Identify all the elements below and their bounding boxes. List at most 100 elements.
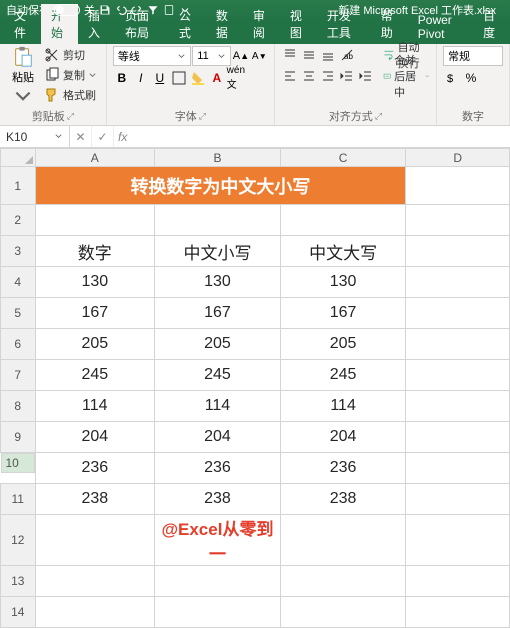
currency-icon[interactable]: $ <box>443 69 461 87</box>
cell[interactable]: 中文小写 <box>155 236 281 267</box>
cell[interactable]: 204 <box>35 422 155 453</box>
decrease-font-icon[interactable]: A▼ <box>251 47 268 65</box>
tab-formulas[interactable]: 公式 <box>169 4 206 44</box>
copy-button[interactable]: 复制 <box>44 66 97 84</box>
cell[interactable] <box>406 267 510 298</box>
formula-bar[interactable] <box>131 126 510 147</box>
font-size-select[interactable]: 11 <box>192 46 231 66</box>
cell[interactable]: 238 <box>280 484 406 515</box>
col-header-b[interactable]: B <box>155 149 281 167</box>
cell[interactable] <box>406 515 510 566</box>
cell[interactable] <box>406 329 510 360</box>
bold-button[interactable]: B <box>113 69 131 87</box>
cell[interactable] <box>155 597 281 628</box>
phonetic-button[interactable]: wén文 <box>227 69 245 87</box>
align-top-icon[interactable] <box>281 46 299 64</box>
tab-baidu[interactable]: 百度 <box>473 4 510 44</box>
row-header[interactable]: 10 <box>1 453 35 473</box>
underline-button[interactable]: U <box>151 69 169 87</box>
cut-button[interactable]: 剪切 <box>44 46 97 64</box>
number-format-select[interactable]: 常规 <box>443 46 503 66</box>
row-header[interactable]: 2 <box>1 205 36 236</box>
cell[interactable] <box>280 205 406 236</box>
tab-help[interactable]: 帮助 <box>371 4 408 44</box>
decrease-indent-icon[interactable] <box>338 67 356 85</box>
tab-layout[interactable]: 页面布局 <box>115 4 169 44</box>
border-button[interactable] <box>170 69 188 87</box>
percent-icon[interactable]: % <box>462 69 480 87</box>
row-header[interactable]: 14 <box>1 597 36 628</box>
cell[interactable]: 236 <box>35 453 155 484</box>
col-header-a[interactable]: A <box>35 149 155 167</box>
tab-file[interactable]: 文件 <box>4 4 41 44</box>
cell[interactable]: 167 <box>280 298 406 329</box>
title-cell[interactable]: 转换数字为中文大小写 <box>35 167 406 205</box>
cell[interactable]: 238 <box>155 484 281 515</box>
align-left-icon[interactable] <box>281 67 299 85</box>
italic-button[interactable]: I <box>132 69 150 87</box>
cell[interactable]: 236 <box>280 453 406 484</box>
cell[interactable] <box>406 391 510 422</box>
tab-view[interactable]: 视图 <box>280 4 317 44</box>
cell[interactable] <box>406 236 510 267</box>
row-header[interactable]: 8 <box>1 391 36 422</box>
fx-cancel-icon[interactable]: ✕ <box>70 126 92 147</box>
cell[interactable] <box>155 205 281 236</box>
cell[interactable]: 205 <box>280 329 406 360</box>
cell[interactable] <box>406 298 510 329</box>
align-right-icon[interactable] <box>319 67 337 85</box>
cell[interactable]: 114 <box>280 391 406 422</box>
cell[interactable]: 238 <box>35 484 155 515</box>
tab-data[interactable]: 数据 <box>206 4 243 44</box>
cell[interactable]: 245 <box>155 360 281 391</box>
tab-dev[interactable]: 开发工具 <box>317 4 371 44</box>
paste-button[interactable]: 粘贴 <box>6 46 40 108</box>
cell[interactable]: 130 <box>35 267 155 298</box>
increase-indent-icon[interactable] <box>357 67 375 85</box>
row-header[interactable]: 11 <box>1 484 36 515</box>
cell[interactable]: 204 <box>280 422 406 453</box>
cell[interactable]: 205 <box>155 329 281 360</box>
cell[interactable]: 114 <box>155 391 281 422</box>
cell[interactable]: 114 <box>35 391 155 422</box>
row-header[interactable]: 5 <box>1 298 36 329</box>
font-color-button[interactable]: A <box>208 69 226 87</box>
font-name-select[interactable]: 等线 <box>113 46 191 66</box>
cell[interactable]: 130 <box>155 267 281 298</box>
cell[interactable]: 中文大写 <box>280 236 406 267</box>
align-middle-icon[interactable] <box>300 46 318 64</box>
row-header[interactable]: 3 <box>1 236 36 267</box>
row-header[interactable]: 1 <box>1 167 36 205</box>
cell[interactable]: 245 <box>280 360 406 391</box>
col-header-c[interactable]: C <box>280 149 406 167</box>
footer-cell[interactable]: @Excel从零到一 <box>155 515 281 566</box>
row-header[interactable]: 13 <box>1 566 36 597</box>
cell[interactable] <box>406 205 510 236</box>
cell[interactable] <box>155 566 281 597</box>
cell[interactable]: 167 <box>155 298 281 329</box>
align-center-icon[interactable] <box>300 67 318 85</box>
cell[interactable]: 204 <box>155 422 281 453</box>
row-header[interactable]: 4 <box>1 267 36 298</box>
row-header[interactable]: 9 <box>1 422 36 453</box>
worksheet[interactable]: A B C D 1 转换数字为中文大小写 2 3 数字 中文小写 中文大写 41… <box>0 148 510 628</box>
cell[interactable] <box>406 566 510 597</box>
row-header[interactable]: 7 <box>1 360 36 391</box>
cell[interactable] <box>35 597 155 628</box>
row-header[interactable]: 6 <box>1 329 36 360</box>
fill-color-button[interactable] <box>189 69 207 87</box>
orientation-icon[interactable]: ab <box>338 46 356 64</box>
merge-center-button[interactable]: 合并后居中 <box>383 67 430 85</box>
col-header-d[interactable]: D <box>406 149 510 167</box>
cell[interactable] <box>280 566 406 597</box>
fx-enter-icon[interactable]: ✓ <box>92 126 114 147</box>
cell[interactable] <box>406 422 510 453</box>
fx-icon[interactable]: fx <box>114 130 131 144</box>
cell[interactable] <box>35 205 155 236</box>
tab-review[interactable]: 审阅 <box>243 4 280 44</box>
align-bottom-icon[interactable] <box>319 46 337 64</box>
cell[interactable] <box>406 453 510 484</box>
format-painter-button[interactable]: 格式刷 <box>44 86 97 104</box>
cell[interactable] <box>280 597 406 628</box>
cell[interactable] <box>406 597 510 628</box>
